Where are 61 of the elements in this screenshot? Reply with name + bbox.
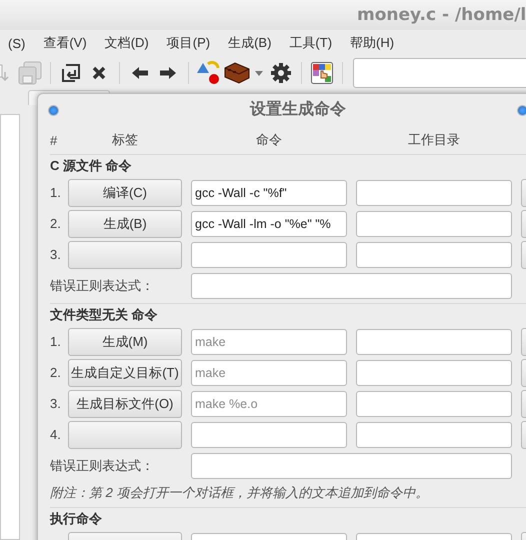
compile-icon[interactable]: [197, 61, 222, 85]
menu-item[interactable]: 文档(D): [104, 34, 157, 52]
working-dir-field[interactable]: [356, 360, 512, 386]
menu-item[interactable]: 项目(P): [166, 34, 218, 52]
regex-field[interactable]: [191, 272, 512, 298]
row-number: 1.: [50, 334, 61, 349]
label-button[interactable]: 生成(M): [68, 328, 182, 356]
command-field[interactable]: [191, 422, 347, 448]
section-heading: C 源文件 命令: [50, 157, 133, 175]
regex-label: 错误正则表达式：: [50, 276, 155, 294]
column-header: 标签: [112, 131, 138, 149]
column-header: #: [50, 132, 58, 148]
label-button[interactable]: 编译(C): [68, 178, 182, 206]
command-field[interactable]: make: [191, 360, 347, 386]
section-heading: 执行命令: [50, 510, 103, 528]
window-button[interactable]: [517, 105, 526, 116]
working-dir-field[interactable]: [356, 328, 512, 354]
row-number: 3.: [50, 247, 61, 262]
working-dir-field[interactable]: [356, 390, 512, 416]
section-heading: 文件类型无关 命令: [50, 306, 159, 324]
command-field[interactable]: gcc -Wall -c "%f": [191, 180, 347, 206]
menu-item[interactable]: (S): [8, 36, 34, 50]
color-chooser-icon[interactable]: [311, 62, 334, 84]
menu-item[interactable]: 帮助(H): [350, 34, 402, 52]
command-field[interactable]: make: [191, 328, 347, 354]
command-field[interactable]: [191, 242, 347, 268]
row-number: 2.: [50, 216, 61, 231]
back-arrow-icon[interactable]: [132, 67, 148, 79]
brick-icon[interactable]: [224, 62, 250, 84]
revert-icon[interactable]: [62, 64, 80, 82]
working-dir-field[interactable]: [356, 242, 512, 268]
working-dir-field[interactable]: [356, 422, 512, 448]
regex-field[interactable]: [191, 452, 512, 478]
working-dir-field[interactable]: [356, 210, 512, 236]
caret-icon[interactable]: [255, 70, 264, 76]
command-field[interactable]: gcc -Wall -lm -o "%e" "%: [191, 210, 347, 236]
menu-item[interactable]: 生成(B): [228, 34, 280, 52]
window-button[interactable]: [48, 105, 59, 116]
note-text: 附注：第 2 项会打开一个对话框，并将输入的文本追加到命令中。: [50, 484, 430, 502]
label-button[interactable]: [68, 420, 182, 448]
menu-item[interactable]: 查看(V): [43, 34, 95, 52]
column-header: 命令: [256, 131, 282, 149]
regex-label: 错误正则表达式：: [50, 456, 155, 474]
column-header: 工作目录: [408, 131, 460, 149]
working-dir-field[interactable]: [356, 180, 512, 206]
row-number: 3.: [50, 396, 61, 411]
settings-icon[interactable]: [271, 63, 292, 83]
label-button[interactable]: 生成(B): [68, 210, 182, 238]
close-icon[interactable]: [92, 66, 106, 80]
row-number: 2.: [50, 365, 61, 380]
dialog-title: 设置生成命令: [250, 100, 346, 120]
label-button[interactable]: 生成目标文件(O): [68, 390, 182, 418]
label-button[interactable]: 生成自定义目标(T): [68, 358, 182, 386]
command-field[interactable]: make %e.o: [191, 390, 347, 416]
row-number: 4.: [50, 427, 61, 442]
menu-item[interactable]: 工具(T): [289, 34, 340, 52]
row-number: 1.: [50, 185, 61, 200]
search-field[interactable]: [352, 58, 526, 88]
window-title: money.c - /home/l: [357, 5, 526, 25]
label-button[interactable]: [68, 240, 182, 268]
forward-arrow-icon[interactable]: [160, 67, 176, 79]
